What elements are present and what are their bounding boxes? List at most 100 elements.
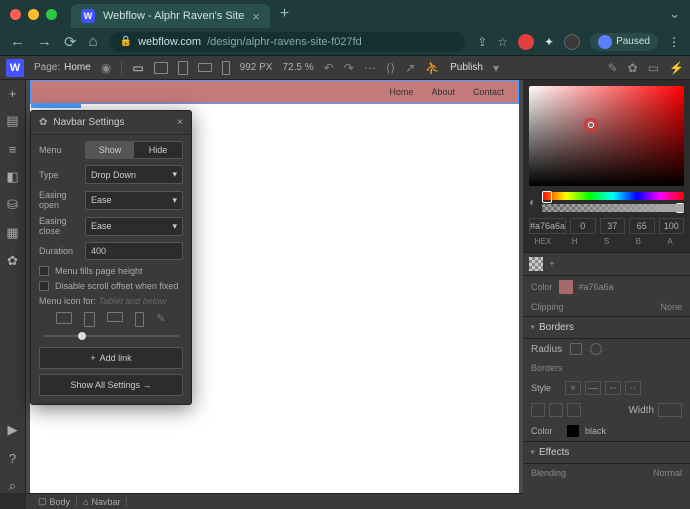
kebab-menu-icon[interactable]: ⋮ bbox=[668, 35, 680, 49]
h-input[interactable]: 0 bbox=[570, 218, 595, 234]
brush-icon[interactable]: ✎ bbox=[608, 61, 618, 75]
style-none-button[interactable]: × bbox=[565, 381, 581, 395]
slider-knob[interactable] bbox=[78, 332, 86, 340]
border-right-button[interactable] bbox=[567, 403, 581, 417]
mobile-landscape-button[interactable] bbox=[198, 63, 212, 72]
minimize-window-button[interactable] bbox=[28, 9, 39, 20]
style-solid-button[interactable]: — bbox=[585, 381, 601, 395]
back-button[interactable]: ← bbox=[10, 33, 25, 50]
navigator-icon[interactable]: ≡ bbox=[6, 142, 20, 156]
menu-show-button[interactable]: Show bbox=[86, 142, 134, 158]
color-field[interactable] bbox=[529, 86, 684, 186]
color-thumb[interactable] bbox=[584, 118, 598, 132]
style-dotted-button[interactable]: ·· bbox=[625, 381, 641, 395]
ecommerce-icon[interactable]: ⛁ bbox=[6, 198, 20, 212]
effects-section-header[interactable]: Effects bbox=[523, 441, 690, 464]
webflow-logo[interactable]: W bbox=[6, 59, 24, 77]
blending-value[interactable]: Normal bbox=[653, 468, 682, 478]
menu-hide-button[interactable]: Hide bbox=[134, 142, 182, 158]
hex-input[interactable]: #a76a6a bbox=[529, 218, 566, 234]
s-input[interactable]: 37 bbox=[600, 218, 625, 234]
selection-handle[interactable] bbox=[31, 103, 81, 108]
add-link-button[interactable]: +Add link bbox=[39, 347, 183, 369]
radius-round-button[interactable] bbox=[590, 343, 602, 355]
close-tab-button[interactable]: × bbox=[252, 9, 260, 24]
preview-icon[interactable]: ◉ bbox=[101, 61, 111, 75]
help-icon[interactable]: ? bbox=[6, 451, 20, 465]
breadcrumb-body[interactable]: ▢Body bbox=[32, 496, 77, 507]
share-icon[interactable]: ⇪ bbox=[477, 35, 487, 49]
add-element-icon[interactable]: + bbox=[6, 86, 20, 100]
device-tablet-button[interactable] bbox=[84, 312, 95, 327]
width-input[interactable] bbox=[658, 403, 682, 417]
show-all-settings-button[interactable]: Show All Settings → bbox=[39, 374, 183, 396]
border-top-button[interactable] bbox=[549, 403, 563, 417]
browser-tab[interactable]: W Webflow - Alphr Raven's Site × bbox=[71, 4, 270, 28]
star-icon[interactable]: ☆ bbox=[497, 35, 508, 49]
navbar-element[interactable]: Home About Contact bbox=[30, 80, 519, 104]
chevron-down-icon[interactable]: ⌄ bbox=[669, 6, 680, 22]
duration-input[interactable]: 400 bbox=[85, 242, 183, 260]
video-icon[interactable]: ▶ bbox=[6, 423, 20, 437]
type-select[interactable]: Drop Down▾ bbox=[85, 165, 183, 184]
settings-icon[interactable]: ✿ bbox=[628, 61, 638, 75]
borders-section-header[interactable]: Borders bbox=[523, 316, 690, 339]
nav-link-contact[interactable]: Contact bbox=[473, 87, 504, 97]
settings-rail-icon[interactable]: ✿ bbox=[6, 254, 20, 268]
fills-height-checkbox-row[interactable]: Menu fills page height bbox=[39, 266, 183, 276]
home-button[interactable]: ⌂ bbox=[89, 33, 98, 50]
style-dashed-button[interactable]: -- bbox=[605, 381, 621, 395]
easing-close-select[interactable]: Ease▾ bbox=[85, 217, 183, 236]
interactions-icon[interactable]: ⚡ bbox=[669, 61, 684, 75]
nav-link-home[interactable]: Home bbox=[389, 87, 413, 97]
radius-square-button[interactable] bbox=[570, 343, 582, 355]
device-mobile-button[interactable] bbox=[135, 312, 144, 327]
search-icon[interactable]: ⌕ bbox=[6, 479, 20, 493]
extension-1-icon[interactable] bbox=[518, 34, 534, 50]
close-window-button[interactable] bbox=[10, 9, 21, 20]
code-icon[interactable]: ⟨⟩ bbox=[386, 61, 395, 75]
device-desktop-button[interactable] bbox=[56, 312, 72, 324]
cms-icon[interactable]: ◧ bbox=[6, 170, 20, 184]
breadcrumb-navbar[interactable]: ⌂Navbar bbox=[77, 497, 127, 507]
nav-link-about[interactable]: About bbox=[431, 87, 455, 97]
undo-button[interactable]: ↶ bbox=[324, 61, 334, 75]
close-popover-button[interactable]: × bbox=[177, 117, 183, 128]
assets-icon[interactable]: ▦ bbox=[6, 226, 20, 240]
extensions-menu-icon[interactable]: ✦ bbox=[544, 35, 554, 49]
border-color-swatch[interactable] bbox=[567, 425, 579, 437]
a-input[interactable]: 100 bbox=[659, 218, 684, 234]
hue-slider[interactable] bbox=[542, 192, 684, 200]
person-icon[interactable]: ⛹ bbox=[425, 61, 440, 75]
publish-button[interactable]: Publish bbox=[450, 62, 483, 73]
color-swatch[interactable] bbox=[559, 280, 573, 294]
element-settings-icon[interactable]: ▭ bbox=[648, 61, 659, 75]
eyedropper-icon[interactable]: ◐ bbox=[529, 195, 536, 209]
redo-button[interactable]: ↷ bbox=[344, 61, 354, 75]
reload-button[interactable]: ⟳ bbox=[64, 33, 77, 51]
chevron-down-icon[interactable]: ▾ bbox=[493, 61, 499, 75]
border-all-button[interactable] bbox=[531, 403, 545, 417]
page-selector[interactable]: Page: Home bbox=[34, 62, 91, 73]
zoom-level[interactable]: 72.5 % bbox=[282, 62, 313, 73]
pages-icon[interactable]: ▤ bbox=[6, 114, 20, 128]
maximize-window-button[interactable] bbox=[46, 9, 57, 20]
clipping-value[interactable]: None bbox=[660, 302, 682, 312]
add-swatch-button[interactable]: + bbox=[549, 259, 555, 270]
more-icon[interactable]: ⋯ bbox=[364, 61, 376, 75]
profile-chip[interactable]: Paused bbox=[590, 33, 658, 51]
desktop-device-button[interactable] bbox=[154, 62, 168, 74]
layout-icon[interactable]: ▭ bbox=[132, 61, 143, 75]
canvas-width[interactable]: 992 PX bbox=[240, 62, 273, 73]
mobile-portrait-button[interactable] bbox=[222, 61, 230, 75]
easing-open-select[interactable]: Ease▾ bbox=[85, 191, 183, 210]
tablet-device-button[interactable] bbox=[178, 61, 188, 75]
b-input[interactable]: 65 bbox=[629, 218, 654, 234]
extension-2-icon[interactable] bbox=[564, 34, 580, 50]
edit-icon[interactable]: ✎ bbox=[156, 312, 165, 327]
disable-scroll-checkbox-row[interactable]: Disable scroll offset when fixed bbox=[39, 281, 183, 291]
export-icon[interactable]: ↗ bbox=[405, 61, 415, 75]
address-bar[interactable]: 🔒 webflow.com /design/alphr-ravens-site-… bbox=[110, 32, 466, 52]
alpha-slider[interactable] bbox=[542, 204, 684, 212]
forward-button[interactable]: → bbox=[37, 33, 52, 50]
